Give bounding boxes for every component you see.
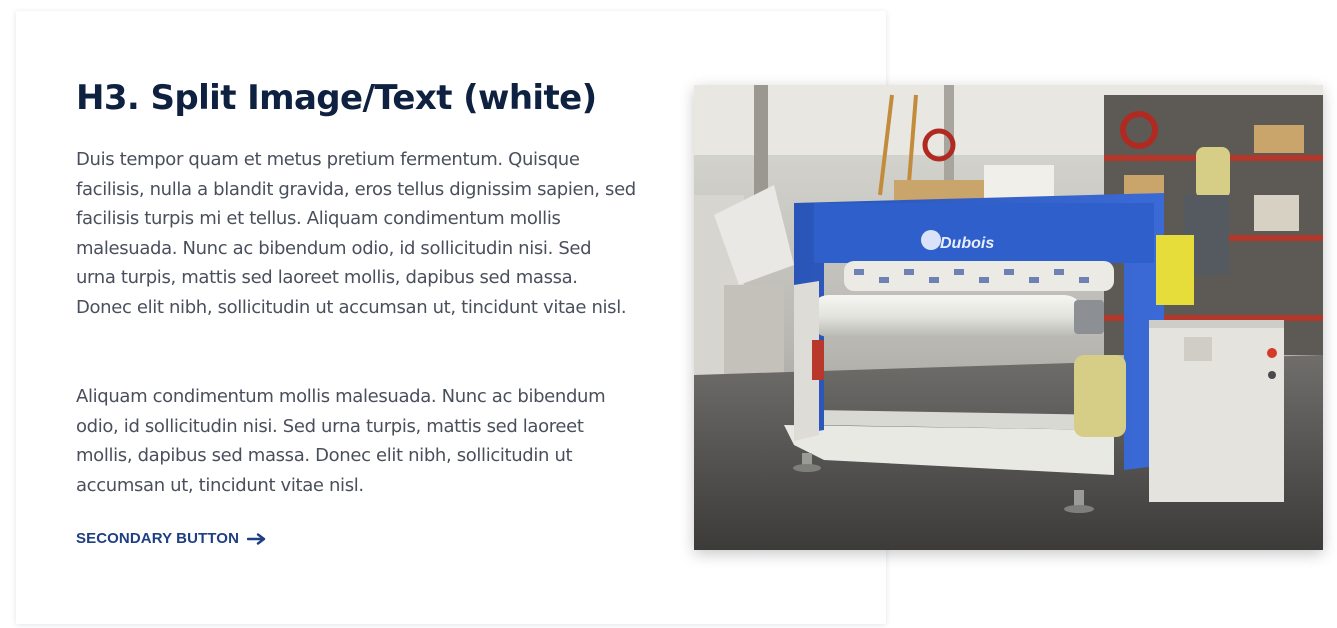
section-heading: H3. Split Image/Text (white) (76, 78, 597, 118)
secondary-button-label: SECONDARY BUTTON (76, 530, 240, 547)
dubois-logo-text: Dubois (940, 235, 994, 252)
body-paragraph-2: Aliquam condimentum mollis malesuada. Nu… (76, 386, 606, 496)
body-paragraph-1: Duis tempor quam et metus pretium fermen… (76, 149, 636, 318)
secondary-button[interactable]: SECONDARY BUTTON (76, 530, 267, 547)
machine-photo: Dubois (694, 85, 1323, 550)
arrow-right-icon (247, 532, 267, 545)
